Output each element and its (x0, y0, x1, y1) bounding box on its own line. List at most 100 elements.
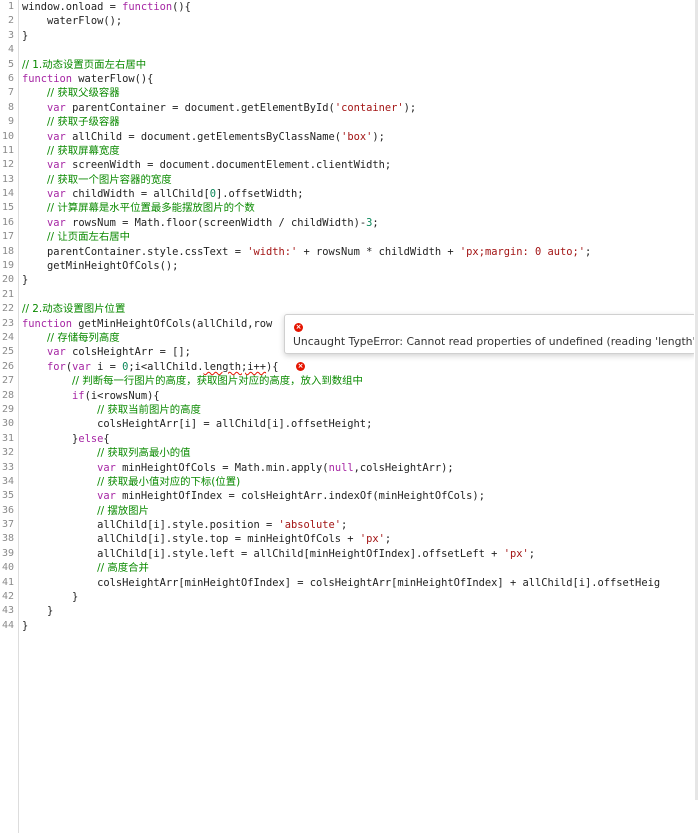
code-line[interactable]: 36 // 摆放图片 (0, 504, 694, 518)
code-line[interactable]: 14 var childWidth = allChild[0].offsetWi… (0, 187, 694, 201)
code-line[interactable]: 13 // 获取一个图片容器的宽度 (0, 173, 694, 187)
line-number: 20 (1, 274, 14, 286)
code-line[interactable]: 33 var minHeightOfCols = Math.min.apply(… (0, 461, 694, 475)
code-line[interactable]: 6 function waterFlow(){ (0, 72, 694, 86)
code-token: allChild[i].style.top = minHeightOfCols … (22, 533, 360, 546)
code-token: var (97, 461, 116, 474)
code-token: } (22, 605, 54, 618)
code-text: allChild[i].style.top = minHeightOfCols … (22, 532, 391, 546)
code-line[interactable]: 27 // 判断每一行图片的高度，获取图片对应的高度，放入到数组中 (0, 374, 694, 388)
code-text: } (22, 604, 53, 618)
line-number: 1 (7, 1, 14, 12)
code-token: } (22, 29, 29, 42)
line-number: 28 (1, 389, 14, 401)
code-line[interactable]: 32 // 获取列高最小的值 (0, 446, 694, 460)
line-number: 22 (1, 303, 14, 315)
code-line[interactable]: 35 var minHeightOfIndex = colsHeightArr.… (0, 489, 694, 503)
code-line[interactable]: 15 // 计算屏幕是水平位置最多能摆放图片的个数 (0, 201, 694, 215)
code-comment: // 获取父级容器 (47, 87, 120, 100)
code-line[interactable]: 7 // 获取父级容器 (0, 86, 694, 100)
code-text: }else{ (22, 432, 110, 446)
code-line[interactable]: 16 var rowsNum = Math.floor(screenWidth … (0, 216, 694, 230)
code-text: function getMinHeightOfCols(allChild,row (22, 317, 272, 331)
code-line[interactable]: 12 var screenWidth = document.documentEl… (0, 158, 694, 172)
code-token: var (47, 130, 66, 143)
error-tooltip: × Uncaught TypeError: Cannot read proper… (284, 314, 698, 354)
code-line[interactable]: 40 // 高度合并 (0, 561, 694, 575)
code-token: childWidth = allChild[ (65, 188, 210, 201)
code-token: 'absolute' (278, 519, 342, 532)
error-icon[interactable]: × (296, 362, 305, 371)
code-line[interactable]: 44} (0, 619, 694, 633)
code-line[interactable]: 8 var parentContainer = document.getElem… (0, 101, 694, 115)
code-text: var minHeightOfIndex = colsHeightArr.ind… (22, 489, 485, 503)
code-text: var colsHeightArr = []; (22, 345, 191, 359)
code-token: } (22, 432, 79, 445)
code-line[interactable]: 34 // 获取最小值对应的下标(位置) (0, 475, 694, 489)
code-text: var parentContainer = document.getElemen… (22, 101, 416, 115)
code-line[interactable]: 30 colsHeightArr[i] = allChild[i].offset… (0, 417, 694, 431)
code-line[interactable]: 18 parentContainer.style.cssText = 'widt… (0, 245, 694, 259)
code-line[interactable]: 19 getMinHeightOfCols(); (0, 259, 694, 273)
code-token: 'px' (359, 533, 385, 546)
code-line[interactable]: 17 // 让页面左右居中 (0, 230, 694, 244)
code-line[interactable]: 26 for(var i = 0;i<allChild.length;i++){ (0, 360, 694, 374)
code-line[interactable]: 21 (0, 288, 694, 302)
code-token: waterFlow(){ (72, 72, 154, 85)
code-token: var (47, 101, 66, 114)
line-number: 9 (7, 116, 14, 128)
code-line[interactable]: 38 allChild[i].style.top = minHeightOfCo… (0, 532, 694, 546)
error-message: Uncaught TypeError: Cannot read properti… (293, 335, 698, 348)
code-line[interactable]: 39 allChild[i].style.left = allChild[min… (0, 547, 694, 561)
line-number: 44 (1, 619, 14, 631)
line-number: 14 (1, 188, 14, 200)
code-token: ].offsetWidth; (215, 188, 304, 201)
code-text: var childWidth = allChild[0].offsetWidth… (22, 187, 304, 201)
code-line[interactable]: 4 (0, 43, 694, 57)
code-line[interactable]: 29 // 获取当前图片的高度 (0, 403, 694, 417)
code-token: 'box' (341, 130, 373, 143)
code-line[interactable]: 11 // 获取屏幕宽度 (0, 144, 694, 158)
code-token: ); (372, 130, 385, 143)
code-line[interactable]: 41 colsHeightArr[minHeightOfIndex] = col… (0, 576, 694, 590)
code-token: 'px;margin: 0 auto;' (459, 245, 586, 258)
code-token: } (22, 274, 29, 287)
code-text: allChild[i].style.position = 'absolute'; (22, 518, 347, 532)
code-line[interactable]: 43 } (0, 604, 694, 618)
code-token: function (22, 72, 73, 85)
code-line[interactable]: 37 allChild[i].style.position = 'absolut… (0, 518, 694, 532)
code-line[interactable]: 1 window.onload = function(){ (0, 0, 694, 14)
code-line[interactable]: 10 var allChild = document.getElementsBy… (0, 130, 694, 144)
code-token: allChild[i].style.position = (22, 519, 279, 532)
code-token: ; (585, 245, 592, 258)
code-line[interactable]: 5 // 1.动态设置页面左右居中 (0, 58, 694, 72)
code-token: waterFlow(); (22, 15, 123, 28)
code-text: // 获取一个图片容器的宽度 (22, 173, 172, 187)
code-line[interactable]: 3} (0, 29, 694, 43)
code-text: colsHeightArr[minHeightOfIndex] = colsHe… (22, 576, 660, 590)
code-line[interactable]: 28 if(i<rowsNum){ (0, 389, 694, 403)
line-number: 12 (1, 159, 14, 171)
code-text: window.onload = function(){ (22, 0, 191, 14)
code-line[interactable]: 2 waterFlow(); (0, 14, 694, 28)
code-text: for(var i = 0;i<allChild.length;i++){ (22, 360, 279, 374)
vertical-scrollbar[interactable] (694, 0, 698, 833)
code-line[interactable]: 20} (0, 273, 694, 287)
code-line[interactable]: 31 }else{ (0, 432, 694, 446)
code-line[interactable]: 42 } (0, 590, 694, 604)
code-token: } (22, 591, 79, 604)
code-token: var (47, 216, 66, 229)
code-line[interactable]: 9 // 获取子级容器 (0, 115, 694, 129)
line-number: 42 (1, 591, 14, 603)
code-token: colsHeightArr = []; (65, 346, 191, 359)
line-number: 15 (1, 202, 14, 214)
